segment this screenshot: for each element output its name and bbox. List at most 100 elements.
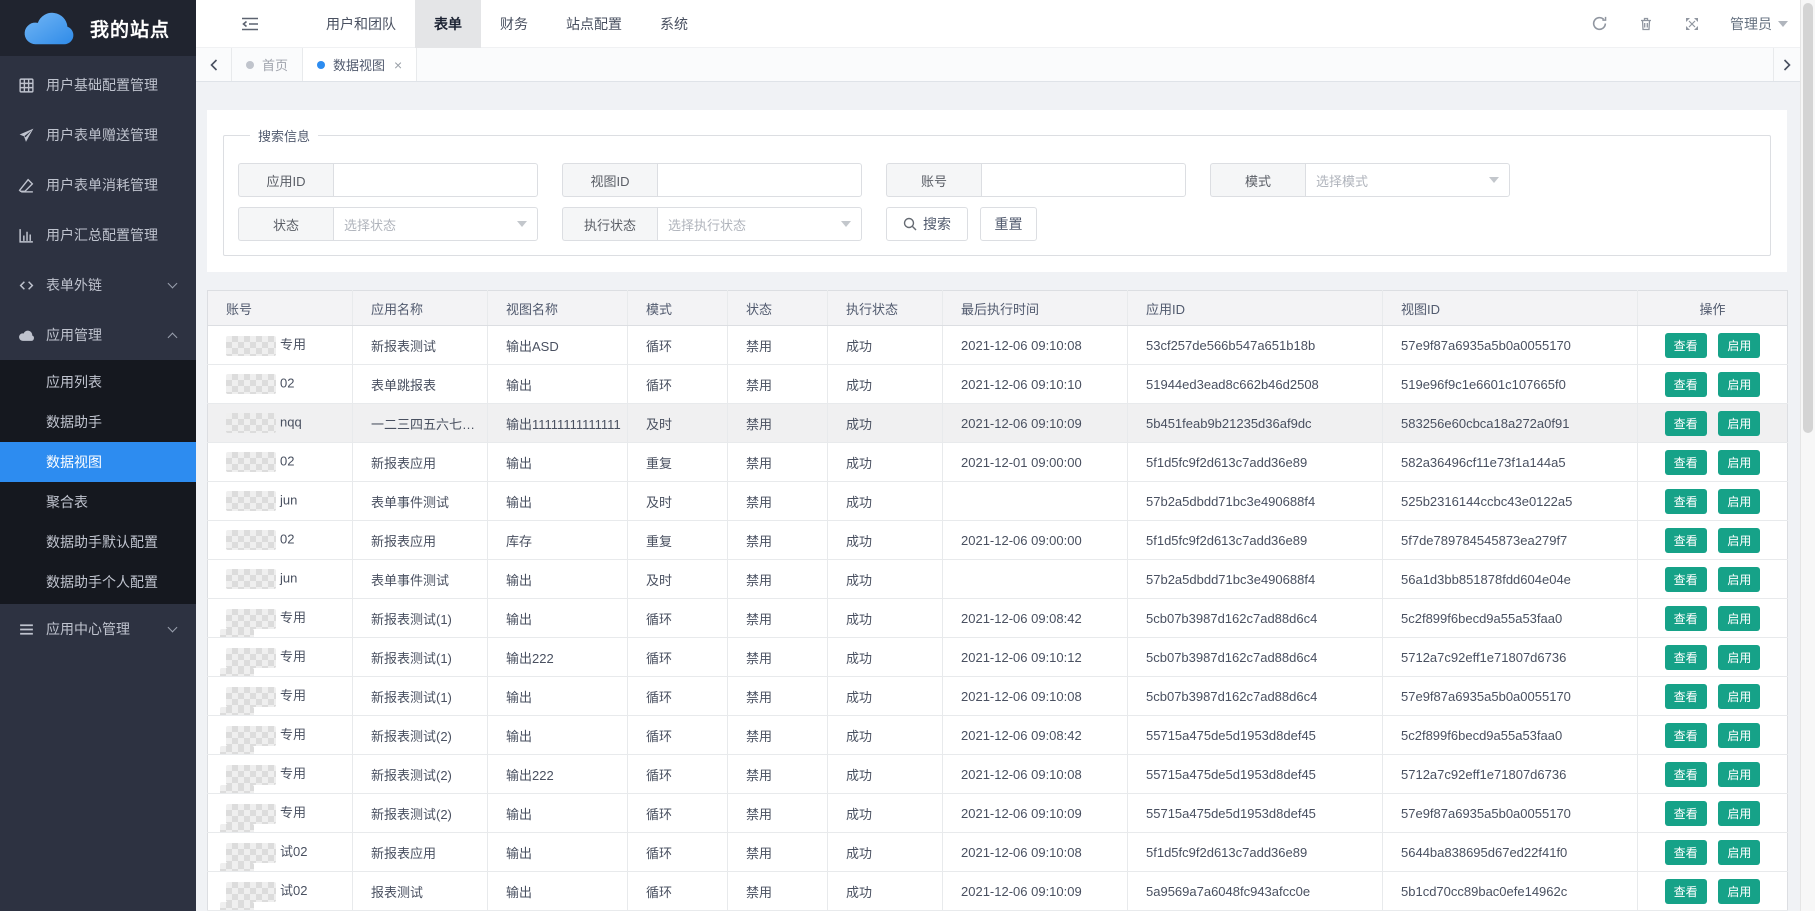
- redacted-text: [226, 374, 276, 394]
- view-button[interactable]: 查看: [1665, 723, 1707, 748]
- sidebar-subitem-assistant-default-config[interactable]: 数据助手默认配置: [0, 522, 196, 562]
- view-button[interactable]: 查看: [1665, 684, 1707, 709]
- sidebar-item-app-management[interactable]: 应用管理: [0, 310, 196, 360]
- table-row: 专用 新报表测试(2) 输出 循环 禁用 成功 2021-12-06 09:10…: [208, 794, 1788, 833]
- view-button[interactable]: 查看: [1665, 372, 1707, 397]
- search-field-app-id: 应用ID: [238, 163, 538, 197]
- enable-button[interactable]: 启用: [1718, 801, 1760, 826]
- menu-icon: [18, 621, 35, 638]
- trash-icon[interactable]: [1638, 16, 1654, 32]
- redacted-text: [226, 413, 276, 433]
- fullscreen-icon[interactable]: [1684, 16, 1700, 32]
- exec-status-select[interactable]: 选择执行状态: [657, 207, 862, 241]
- sidebar-item-label: 用户表单消耗管理: [46, 175, 158, 195]
- account-input[interactable]: [981, 163, 1186, 197]
- topnav-forms[interactable]: 表单: [415, 0, 481, 48]
- enable-button[interactable]: 启用: [1718, 723, 1760, 748]
- close-icon[interactable]: ×: [394, 58, 402, 72]
- topnav-label: 系统: [660, 14, 688, 34]
- view-button[interactable]: 查看: [1665, 411, 1707, 436]
- cell-exec-status: 成功: [828, 365, 943, 404]
- enable-button[interactable]: 启用: [1718, 333, 1760, 358]
- admin-user-menu[interactable]: 管理员: [1730, 14, 1788, 34]
- enable-button[interactable]: 启用: [1718, 411, 1760, 436]
- enable-button[interactable]: 启用: [1718, 879, 1760, 904]
- view-id-input[interactable]: [657, 163, 862, 197]
- search-field-account: 账号: [886, 163, 1186, 197]
- view-button[interactable]: 查看: [1665, 489, 1707, 514]
- app-id-input[interactable]: [333, 163, 538, 197]
- brand[interactable]: 我的站点: [0, 0, 196, 56]
- enable-button[interactable]: 启用: [1718, 450, 1760, 475]
- cell-actions: 查看 启用: [1638, 794, 1788, 833]
- enable-button[interactable]: 启用: [1718, 567, 1760, 592]
- cell-exec-status: 成功: [828, 482, 943, 521]
- cell-last-exec-time: [943, 560, 1128, 599]
- col-mode-header: 模式: [628, 291, 728, 326]
- view-button[interactable]: 查看: [1665, 567, 1707, 592]
- search-field-view-id: 视图ID: [562, 163, 862, 197]
- search-button[interactable]: 搜索: [886, 207, 968, 241]
- cell-view-id: 5712a7c92eff1e71807d6736: [1383, 755, 1638, 794]
- view-button[interactable]: 查看: [1665, 840, 1707, 865]
- collapse-sidebar-icon[interactable]: [241, 17, 259, 31]
- vertical-scrollbar[interactable]: [1800, 0, 1815, 911]
- sidebar-subitem-aggregate-table[interactable]: 聚合表: [0, 482, 196, 522]
- view-button[interactable]: 查看: [1665, 333, 1707, 358]
- enable-button[interactable]: 启用: [1718, 528, 1760, 553]
- enable-button[interactable]: 启用: [1718, 645, 1760, 670]
- cell-view-id: 525b2316144ccbc43e0122a5: [1383, 482, 1638, 521]
- cell-app-id: 57b2a5dbdd71bc3e490688f4: [1128, 482, 1383, 521]
- scrollbar-thumb[interactable]: [1803, 3, 1813, 433]
- sidebar-item-user-form-gift[interactable]: 用户表单赠送管理: [0, 110, 196, 160]
- sidebar-item-user-summary-config[interactable]: 用户汇总配置管理: [0, 210, 196, 260]
- view-button[interactable]: 查看: [1665, 879, 1707, 904]
- view-button[interactable]: 查看: [1665, 528, 1707, 553]
- view-button[interactable]: 查看: [1665, 606, 1707, 631]
- sidebar-item-form-external-link[interactable]: 表单外链: [0, 260, 196, 310]
- enable-button[interactable]: 启用: [1718, 762, 1760, 787]
- cell-status: 禁用: [728, 326, 828, 365]
- enable-button[interactable]: 启用: [1718, 372, 1760, 397]
- cell-last-exec-time: 2021-12-06 09:08:42: [943, 716, 1128, 755]
- cell-actions: 查看 启用: [1638, 521, 1788, 560]
- view-button[interactable]: 查看: [1665, 801, 1707, 826]
- search-icon: [903, 217, 917, 231]
- view-button[interactable]: 查看: [1665, 645, 1707, 670]
- refresh-icon[interactable]: [1591, 15, 1608, 32]
- cell-actions: 查看 启用: [1638, 404, 1788, 443]
- sidebar-item-user-base-config[interactable]: 用户基础配置管理: [0, 60, 196, 110]
- cell-last-exec-time: 2021-12-06 09:10:09: [943, 794, 1128, 833]
- topnav-finance[interactable]: 财务: [481, 0, 547, 48]
- table-row: 专用 新报表测试(2) 输出 循环 禁用 成功 2021-12-06 09:08…: [208, 716, 1788, 755]
- topnav-site-config[interactable]: 站点配置: [547, 0, 641, 48]
- cell-last-exec-time: 2021-12-06 09:10:09: [943, 872, 1128, 911]
- redacted-text: [226, 491, 276, 511]
- sidebar-item-user-form-consume[interactable]: 用户表单消耗管理: [0, 160, 196, 210]
- account-suffix: 专用: [280, 805, 306, 820]
- tab-home[interactable]: 首页: [232, 48, 303, 81]
- enable-button[interactable]: 启用: [1718, 684, 1760, 709]
- sidebar-subitem-assistant-personal-config[interactable]: 数据助手个人配置: [0, 562, 196, 602]
- cell-status: 禁用: [728, 443, 828, 482]
- topnav-system[interactable]: 系统: [641, 0, 707, 48]
- sidebar-subitem-data-assistant[interactable]: 数据助手: [0, 402, 196, 442]
- mode-select[interactable]: 选择模式: [1305, 163, 1510, 197]
- sidebar-subitem-data-view[interactable]: 数据视图: [0, 442, 196, 482]
- tabs-scroll-right-button[interactable]: [1773, 48, 1800, 81]
- sidebar-subitem-app-list[interactable]: 应用列表: [0, 362, 196, 402]
- sidebar-item-app-center-management[interactable]: 应用中心管理: [0, 604, 196, 654]
- enable-button[interactable]: 启用: [1718, 489, 1760, 514]
- tabs-scroll-left-button[interactable]: [196, 48, 232, 81]
- topnav-users-teams[interactable]: 用户和团队: [307, 0, 415, 48]
- tab-data-view[interactable]: 数据视图 ×: [303, 48, 417, 81]
- enable-button[interactable]: 启用: [1718, 840, 1760, 865]
- status-select[interactable]: 选择状态: [333, 207, 538, 241]
- view-button[interactable]: 查看: [1665, 762, 1707, 787]
- view-button[interactable]: 查看: [1665, 450, 1707, 475]
- enable-button[interactable]: 启用: [1718, 606, 1760, 631]
- search-fieldset: 搜索信息 应用ID 视图ID 账号 模式: [223, 126, 1771, 256]
- reset-button[interactable]: 重置: [980, 207, 1037, 241]
- cell-mode: 循环: [628, 872, 728, 911]
- subitem-label: 数据视图: [46, 452, 102, 472]
